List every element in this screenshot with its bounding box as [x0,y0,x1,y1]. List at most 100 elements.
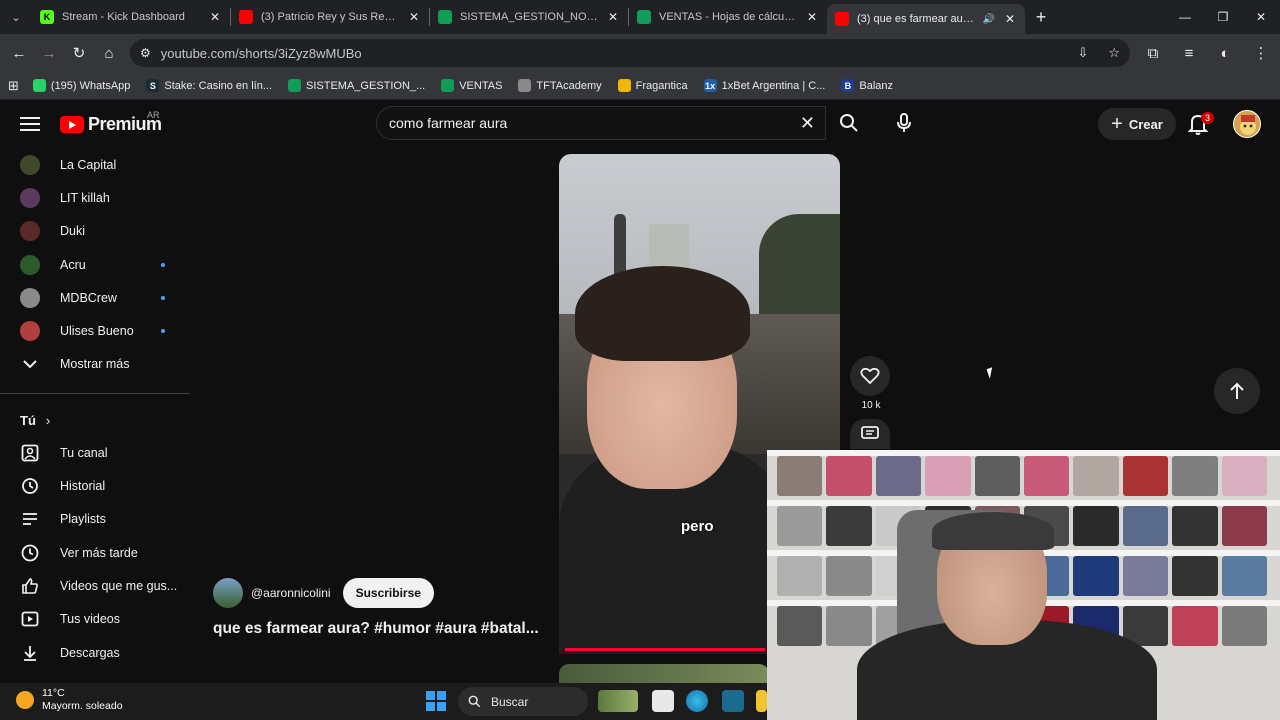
window-controls: — ❐ ✕ [1166,0,1280,34]
comments-button[interactable] [850,419,890,449]
bookmark-item[interactable]: SISTEMA_GESTION_... [288,79,425,92]
sidebar-item[interactable]: Descargas [0,636,190,669]
chevron-down-icon [20,359,40,369]
minimize-icon[interactable]: — [1166,0,1204,34]
tab-title: Stream - Kick Dashboard [62,11,185,23]
browser-tab[interactable]: K Stream - Kick Dashboard ✕ [32,0,230,34]
subscribe-button[interactable]: Suscribirse [342,578,434,608]
bookmark-item[interactable]: TFTAcademy [518,79,602,92]
apps-grid-icon[interactable]: ⊞ [8,78,19,94]
you-section-header[interactable]: Tú › [0,404,190,436]
sidebar-item[interactable]: Videos que me gus... [0,569,190,602]
search-query[interactable]: como farmear aura [389,115,507,131]
bookmark-label: Stake: Casino en lín... [164,79,273,92]
install-app-icon[interactable]: ⇩ [1077,45,1088,61]
bookmark-item[interactable]: (195) WhatsApp [32,79,130,92]
channel-avatar [20,254,40,275]
tab-favicon-icon: K [40,10,54,24]
sidebar-item[interactable]: Playlists [0,503,190,536]
sidebar-subscription-item[interactable]: MDBCrew [0,281,190,314]
address-bar[interactable]: ⚙ youtube.com/shorts/3iZyz8wMUBo ⇩ ☆ [130,39,1130,67]
site-info-icon[interactable]: ⚙ [140,46,151,60]
close-tab-icon[interactable]: ✕ [606,10,620,24]
file-explorer-icon[interactable] [756,690,767,712]
url-text[interactable]: youtube.com/shorts/3iZyz8wMUBo [161,46,1058,61]
subscriptions-list: La Capital LIT killah Duki Acru MDBCrew Ulise… [0,148,190,348]
next-short-preview[interactable] [559,664,769,684]
task-view-icon[interactable] [652,690,674,712]
create-button[interactable]: + Crear [1098,108,1176,140]
search-button[interactable] [826,106,872,140]
widgets-app-icon[interactable] [598,690,638,712]
media-controls-icon[interactable]: ≡ [1174,38,1204,68]
browser-tab[interactable]: (3) que es farmear aura? #h 🔊 ✕ [827,4,1025,34]
pinned-app-icon[interactable] [722,690,744,712]
windows-start-icon[interactable] [426,691,446,711]
edge-app-icon[interactable] [686,690,708,712]
weather-sun-icon [16,691,34,709]
taskbar-search-label: Buscar [491,694,529,709]
close-tab-icon[interactable]: ✕ [407,10,421,24]
like-count: 10 k [861,400,881,411]
browser-tab[interactable]: (3) Patricio Rey y Sus Redondito ✕ [231,0,429,34]
sidebar-item[interactable]: Tu canal [0,436,190,469]
youtube-play-icon [60,116,84,133]
video-progress-bar[interactable] [565,648,765,651]
bookmark-item[interactable]: Fragantica [617,79,688,92]
back-icon[interactable]: ← [4,38,34,68]
chrome-menu-icon[interactable]: ⋮ [1246,38,1276,68]
bookmark-label: Balanz [859,79,893,92]
sidebar-subscription-item[interactable]: Duki [0,215,190,248]
close-window-icon[interactable]: ✕ [1242,0,1280,34]
clear-search-icon[interactable]: ✕ [800,113,815,134]
tab-title: (3) Patricio Rey y Sus Redondito [261,11,399,23]
bookmark-item[interactable]: B Balanz [841,79,893,92]
subscription-name: MDBCrew [60,290,117,305]
channel-handle[interactable]: @aaronnicolini [251,586,331,600]
sidebar-item[interactable]: Ver más tarde [0,536,190,569]
channel-avatar[interactable] [213,578,243,608]
voice-search-button[interactable] [884,106,924,140]
browser-tab[interactable]: VENTAS - Hojas de cálculo de G ✕ [629,0,827,34]
menu-icon[interactable] [20,114,40,134]
sidebar-item-label: Tu canal [60,445,108,460]
extensions-icon[interactable]: ⧉ [1138,38,1168,68]
bookmark-label: TFTAcademy [536,79,602,92]
bookmark-star-icon[interactable]: ☆ [1108,45,1120,61]
speaker-icon[interactable]: 🔊 [983,14,995,25]
short-actions: 10 k [850,356,892,449]
profile-icon[interactable]: ◐ [1210,38,1240,68]
bookmark-item[interactable]: S Stake: Casino en lín... [146,79,272,92]
new-tab-button[interactable]: + [1025,7,1057,28]
tab-search-icon[interactable]: ⌄ [0,0,32,34]
close-tab-icon[interactable]: ✕ [208,10,222,24]
streamer-headband [932,512,1054,550]
close-tab-icon[interactable]: ✕ [805,10,819,24]
show-more-button[interactable]: Mostrar más [0,348,190,381]
close-tab-icon[interactable]: ✕ [1003,12,1017,26]
bookmark-item[interactable]: VENTAS [441,79,502,92]
sidebar-item[interactable]: Tus videos [0,603,190,636]
reload-icon[interactable]: ↻ [64,38,94,68]
bookmark-item[interactable]: 1x 1xBet Argentina | C... [703,79,825,92]
sidebar-subscription-item[interactable]: Ulises Bueno [0,314,190,347]
taskbar-search[interactable]: Buscar [458,687,588,716]
search-input[interactable]: como farmear aura ✕ [376,106,826,140]
previous-short-button[interactable] [1214,368,1260,414]
short-title[interactable]: que es farmear aura? #humor #aura #batal… [213,620,539,638]
sidebar-subscription-item[interactable]: LIT killah [0,181,190,214]
channel-row: @aaronnicolini Suscribirse [213,578,434,608]
youtube-logo[interactable]: Premium AR [60,110,162,135]
weather-widget[interactable]: 11°C Mayorm. soleado [16,687,123,713]
subscription-name: LIT killah [60,190,110,205]
browser-tab[interactable]: SISTEMA_GESTION_NOTA11_20 ✕ [430,0,628,34]
home-icon[interactable]: ⌂ [94,38,124,68]
sidebar-subscription-item[interactable]: Acru [0,248,190,281]
sidebar-subscription-item[interactable]: La Capital [0,148,190,181]
account-avatar[interactable] [1233,110,1261,138]
forward-icon[interactable]: → [34,38,64,68]
restore-icon[interactable]: ❐ [1204,0,1242,34]
sidebar-item[interactable]: Historial [0,469,190,502]
like-button[interactable] [850,356,890,396]
channel-avatar [20,154,40,175]
